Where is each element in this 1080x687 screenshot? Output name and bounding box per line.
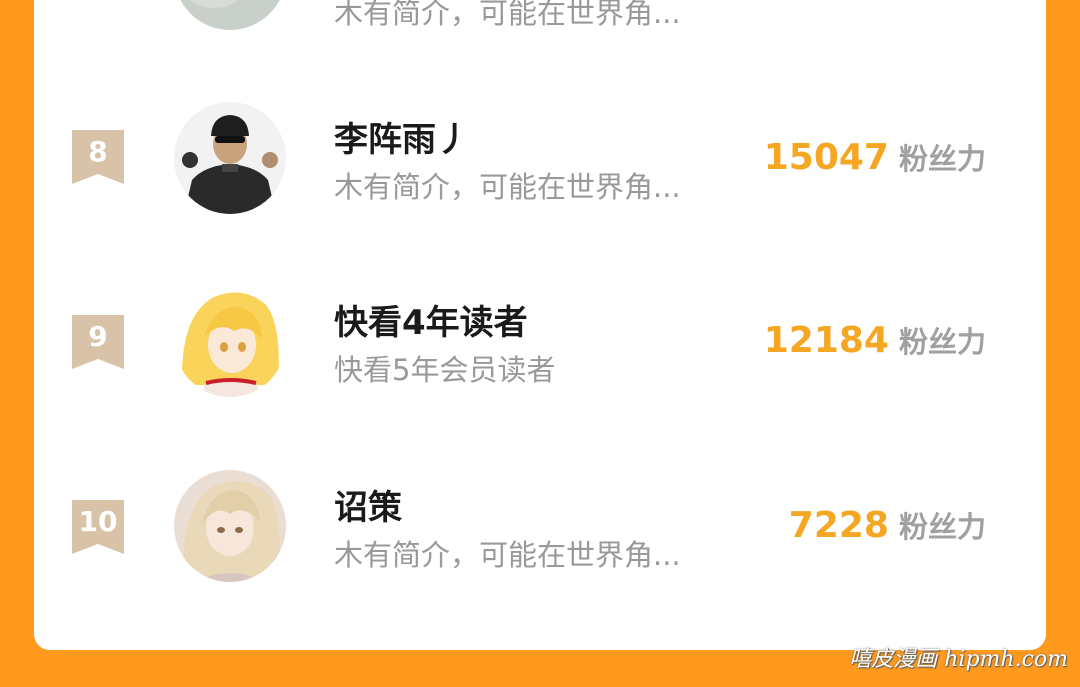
- fan-power-score: 7228 粉丝力: [789, 504, 986, 546]
- app-frame: 木有简介，可能在世界角... 8 李阵雨丿 木有简介，可能在世界角... 150…: [0, 0, 1080, 687]
- rank-badge: 10: [72, 500, 124, 554]
- fan-power-score: 12184 粉丝力: [764, 319, 986, 361]
- user-name: 诏策: [334, 488, 402, 528]
- avatar[interactable]: [174, 102, 286, 214]
- partial-avatar-icon: [174, 0, 286, 30]
- user-name: 李阵雨丿: [334, 120, 470, 160]
- anime-girl-light-hair-avatar-icon: [174, 470, 286, 582]
- list-item[interactable]: 8 李阵雨丿 木有简介，可能在世界角... 15047 粉丝力: [34, 92, 1046, 222]
- avatar[interactable]: [174, 285, 286, 397]
- avatar[interactable]: [174, 0, 286, 30]
- avatar[interactable]: [174, 470, 286, 582]
- list-item[interactable]: 10 诏策 木有简介，可能在世界角... 7228 粉丝力: [34, 460, 1046, 590]
- rank-number: 10: [78, 505, 118, 538]
- score-value: 15047: [763, 137, 889, 178]
- score-unit: 粉丝力: [898, 510, 986, 544]
- rank-badge: 8: [72, 130, 124, 184]
- list-item[interactable]: 9 快看4年读者 快看5年会员读者 12184 粉丝力: [34, 275, 1046, 405]
- fan-power-score: 15047 粉丝力: [764, 136, 986, 178]
- user-name: 快看4年读者: [334, 303, 528, 343]
- rank-number: 9: [88, 320, 108, 353]
- list-item[interactable]: 木有简介，可能在世界角...: [34, 0, 1046, 48]
- score-unit: 粉丝力: [898, 142, 986, 176]
- rank-number: 8: [88, 135, 108, 168]
- user-description: 木有简介，可能在世界角...: [334, 538, 681, 572]
- score-unit: 粉丝力: [898, 325, 986, 359]
- rank-badge: 9: [72, 315, 124, 369]
- soldier-avatar-icon: [174, 102, 286, 214]
- user-description: 快看5年会员读者: [334, 353, 556, 387]
- site-watermark: 嘻皮漫画 hipmh.com: [849, 647, 1068, 672]
- user-description: 木有简介，可能在世界角...: [334, 170, 681, 204]
- user-description: 木有简介，可能在世界角...: [334, 0, 681, 30]
- ranking-card: 木有简介，可能在世界角... 8 李阵雨丿 木有简介，可能在世界角... 150…: [34, 0, 1046, 650]
- anime-girl-blonde-avatar-icon: [174, 285, 286, 397]
- score-value: 12184: [763, 320, 889, 361]
- score-value: 7228: [788, 505, 889, 546]
